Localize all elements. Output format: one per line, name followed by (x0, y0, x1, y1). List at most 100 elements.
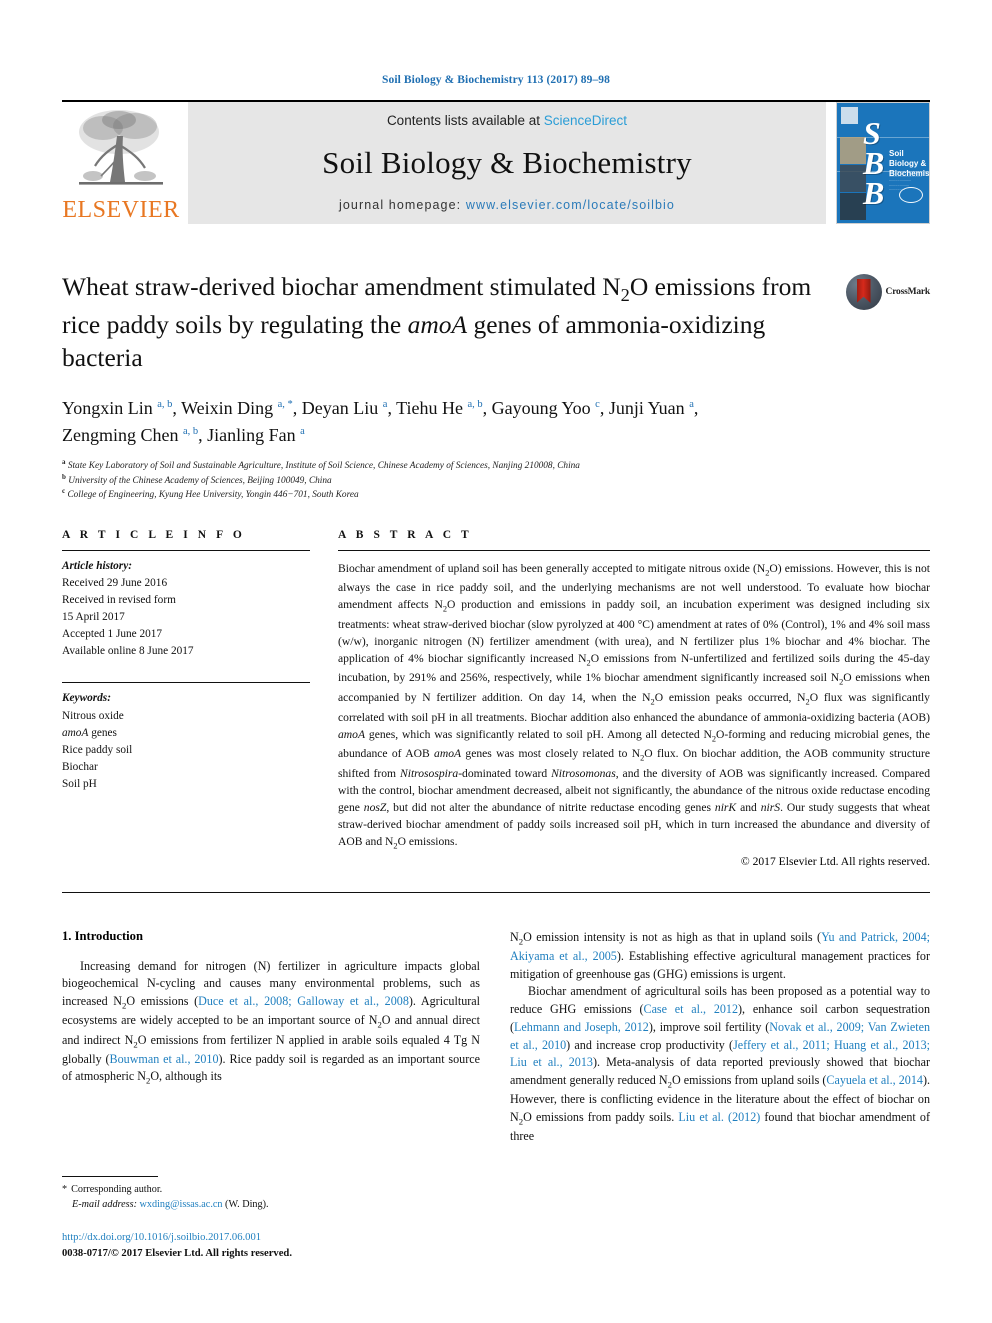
author-affil-mark: a, * (277, 399, 293, 411)
author-affil-mark: a (382, 399, 388, 411)
crossmark-badge[interactable]: CrossMark (845, 270, 931, 310)
keywords-label: Keywords: (62, 692, 111, 705)
journal-homepage-line: journal homepage: www.elsevier.com/locat… (339, 198, 675, 212)
cover-oval-mark (899, 187, 923, 203)
keyword-item: Rice paddy soil (62, 743, 133, 756)
author-affil-mark: a, b (467, 399, 483, 411)
abstract-copyright: © 2017 Elsevier Ltd. All rights reserved… (740, 854, 930, 868)
title-gene-italic: amoA (407, 309, 468, 339)
citation-link[interactable]: Lehmann and Joseph, 2012 (514, 1020, 649, 1034)
citation-link[interactable]: Yu and Patrick, 2004; Akiyama et al., 20… (510, 930, 930, 963)
affiliation-text: State Key Laboratory of Soil and Sustain… (67, 461, 580, 472)
issn-copyright: 0038-0717/© 2017 Elsevier Ltd. All right… (62, 1247, 292, 1259)
title-subscript-2: 2 (620, 285, 630, 306)
citation-link[interactable]: Case et al., 2012 (644, 1002, 739, 1016)
affiliation-list: a State Key Laboratory of Soil and Susta… (62, 459, 930, 502)
author-name: Yongxin Lin (62, 398, 153, 419)
contents-available-line: Contents lists available at ScienceDirec… (387, 113, 627, 128)
affiliation-mark: c (62, 487, 66, 496)
footnote-divider (62, 1175, 158, 1177)
sciencedirect-link[interactable]: ScienceDirect (544, 113, 627, 128)
corresponding-author-text: Corresponding author. (71, 1183, 163, 1195)
journal-masthead: ELSEVIER Contents lists available at Sci… (62, 100, 930, 224)
author-name: Junji Yuan (608, 398, 685, 419)
author-affil-mark: a (689, 399, 694, 411)
keywords-group: Keywords: Nitrous oxide amoA genes Rice … (62, 683, 310, 793)
body-column-left: 1. Introduction Increasing demand for ni… (62, 929, 480, 1147)
affiliation-text: College of Engineering, Kyung Hee Univer… (67, 490, 359, 501)
crossmark-label: CrossMark (885, 287, 931, 297)
abstract-column: A B S T R A C T Biochar amendment of upl… (338, 529, 930, 868)
author-affil-mark: a (300, 426, 305, 438)
history-item: Accepted 1 June 2017 (62, 628, 163, 641)
abstract-heading: A B S T R A C T (338, 528, 473, 541)
email-link[interactable]: wxding@issas.ac.cn (140, 1199, 223, 1210)
citation-link[interactable]: Cayuela et al., 2014 (826, 1073, 923, 1087)
affiliation-item: c College of Engineering, Kyung Hee Univ… (62, 488, 930, 502)
author-list: Yongxin Lin a, b, Weixin Ding a, *, Deya… (62, 398, 699, 446)
history-item: Received in revised form (62, 593, 176, 606)
keyword-item: Soil pH (62, 778, 97, 791)
divider (62, 891, 930, 893)
journal-homepage-link[interactable]: www.elsevier.com/locate/soilbio (466, 198, 675, 212)
author-name: Gayoung Yoo (491, 398, 591, 419)
citation-link[interactable]: Bouwman et al., 2010 (110, 1052, 219, 1066)
history-item: Available online 8 June 2017 (62, 645, 194, 658)
body-column-right: N2O emission intensity is not as high as… (510, 929, 930, 1147)
section-heading-introduction: 1. Introduction (62, 928, 143, 943)
article-history-group: Article history: Received 29 June 2016 R… (62, 551, 310, 661)
asterisk-icon: * (62, 1183, 68, 1195)
keyword-text-part: genes (91, 726, 117, 739)
corresponding-author-note: * Corresponding author. E-mail address: w… (62, 1182, 480, 1213)
masthead-center: Contents lists available at ScienceDirec… (188, 102, 826, 224)
author-affil-mark: a, b (182, 426, 199, 438)
author-name: Jianling Fan (207, 425, 296, 446)
page-footer: * Corresponding author. E-mail address: w… (62, 1175, 480, 1261)
keyword-item: Biochar (62, 761, 98, 774)
article-info-column: A R T I C L E I N F O Article history: R… (62, 529, 310, 868)
cover-elsevier-mark (841, 107, 858, 124)
author-name: Zengming Chen (62, 425, 179, 446)
paragraph: Increasing demand for nitrogen (N) ferti… (62, 958, 480, 1086)
elsevier-wordmark: ELSEVIER (62, 197, 180, 223)
title-part-2b: genes of (467, 309, 560, 339)
author-name: Deyan Liu (301, 398, 379, 419)
title-part-1: Wheat straw-derived biochar amendment st… (62, 272, 621, 301)
affiliation-mark: a (62, 458, 66, 467)
keyword-item: Nitrous oxide (62, 709, 124, 722)
citation-link[interactable]: Jeffery et al., 2011; Huang et al., 2013… (510, 1038, 930, 1070)
affiliation-item: a State Key Laboratory of Soil and Susta… (62, 459, 930, 473)
journal-title: Soil Biology & Biochemistry (322, 145, 692, 180)
running-head: Soil Biology & Biochemistry 113 (2017) 8… (381, 74, 610, 86)
affiliation-item: b University of the Chinese Academy of S… (62, 472, 930, 488)
info-and-abstract: A R T I C L E I N F O Article history: R… (62, 529, 930, 868)
email-owner: (W. Ding). (225, 1198, 269, 1210)
history-item: Received 29 June 2016 (62, 576, 168, 589)
cover-letter-b2: B (863, 175, 885, 211)
email-label: E-mail address: (72, 1198, 137, 1210)
citation-link[interactable]: Liu et al. (2012) (678, 1110, 760, 1124)
affiliation-mark: b (62, 472, 66, 481)
history-item: 15 April 2017 (62, 611, 125, 623)
paper-page: Soil Biology & Biochemistry 113 (2017) 8… (0, 0, 992, 1323)
doi-link[interactable]: http://dx.doi.org/10.1016/j.soilbio.2017… (62, 1230, 480, 1245)
title-part-1-end: O emissions (629, 272, 756, 301)
keyword-italic-part: amoA (62, 726, 89, 739)
page-title: Wheat straw-derived biochar amendment st… (62, 270, 822, 375)
paragraph: Biochar amendment of agricultural soils … (510, 984, 930, 1144)
journal-cover-thumbnail: S B B Soil Biology & Biochemistry ······… (836, 102, 930, 224)
article-history-label: Article history: (62, 559, 132, 572)
doi-block: http://dx.doi.org/10.1016/j.soilbio.2017… (62, 1230, 480, 1261)
citation-link[interactable]: Duce et al., 2008; Galloway et al., 2008 (198, 994, 409, 1008)
elsevier-tree-icon (79, 110, 163, 185)
title-block: Wheat straw-derived biochar amendment st… (62, 270, 930, 375)
elsevier-logo: ELSEVIER (62, 102, 180, 224)
article-info-heading: A R T I C L E I N F O (62, 528, 246, 541)
keyword-item: amoA genes (62, 725, 310, 742)
body-columns: 1. Introduction Increasing demand for ni… (62, 929, 930, 1147)
crossmark-icon (845, 274, 882, 310)
contents-prefix: Contents lists available at (386, 113, 544, 128)
abstract-text: Biochar amendment of upland soil has bee… (338, 561, 931, 851)
author-name: Tiehu He (396, 398, 463, 419)
author-affil-mark: c (595, 399, 600, 411)
